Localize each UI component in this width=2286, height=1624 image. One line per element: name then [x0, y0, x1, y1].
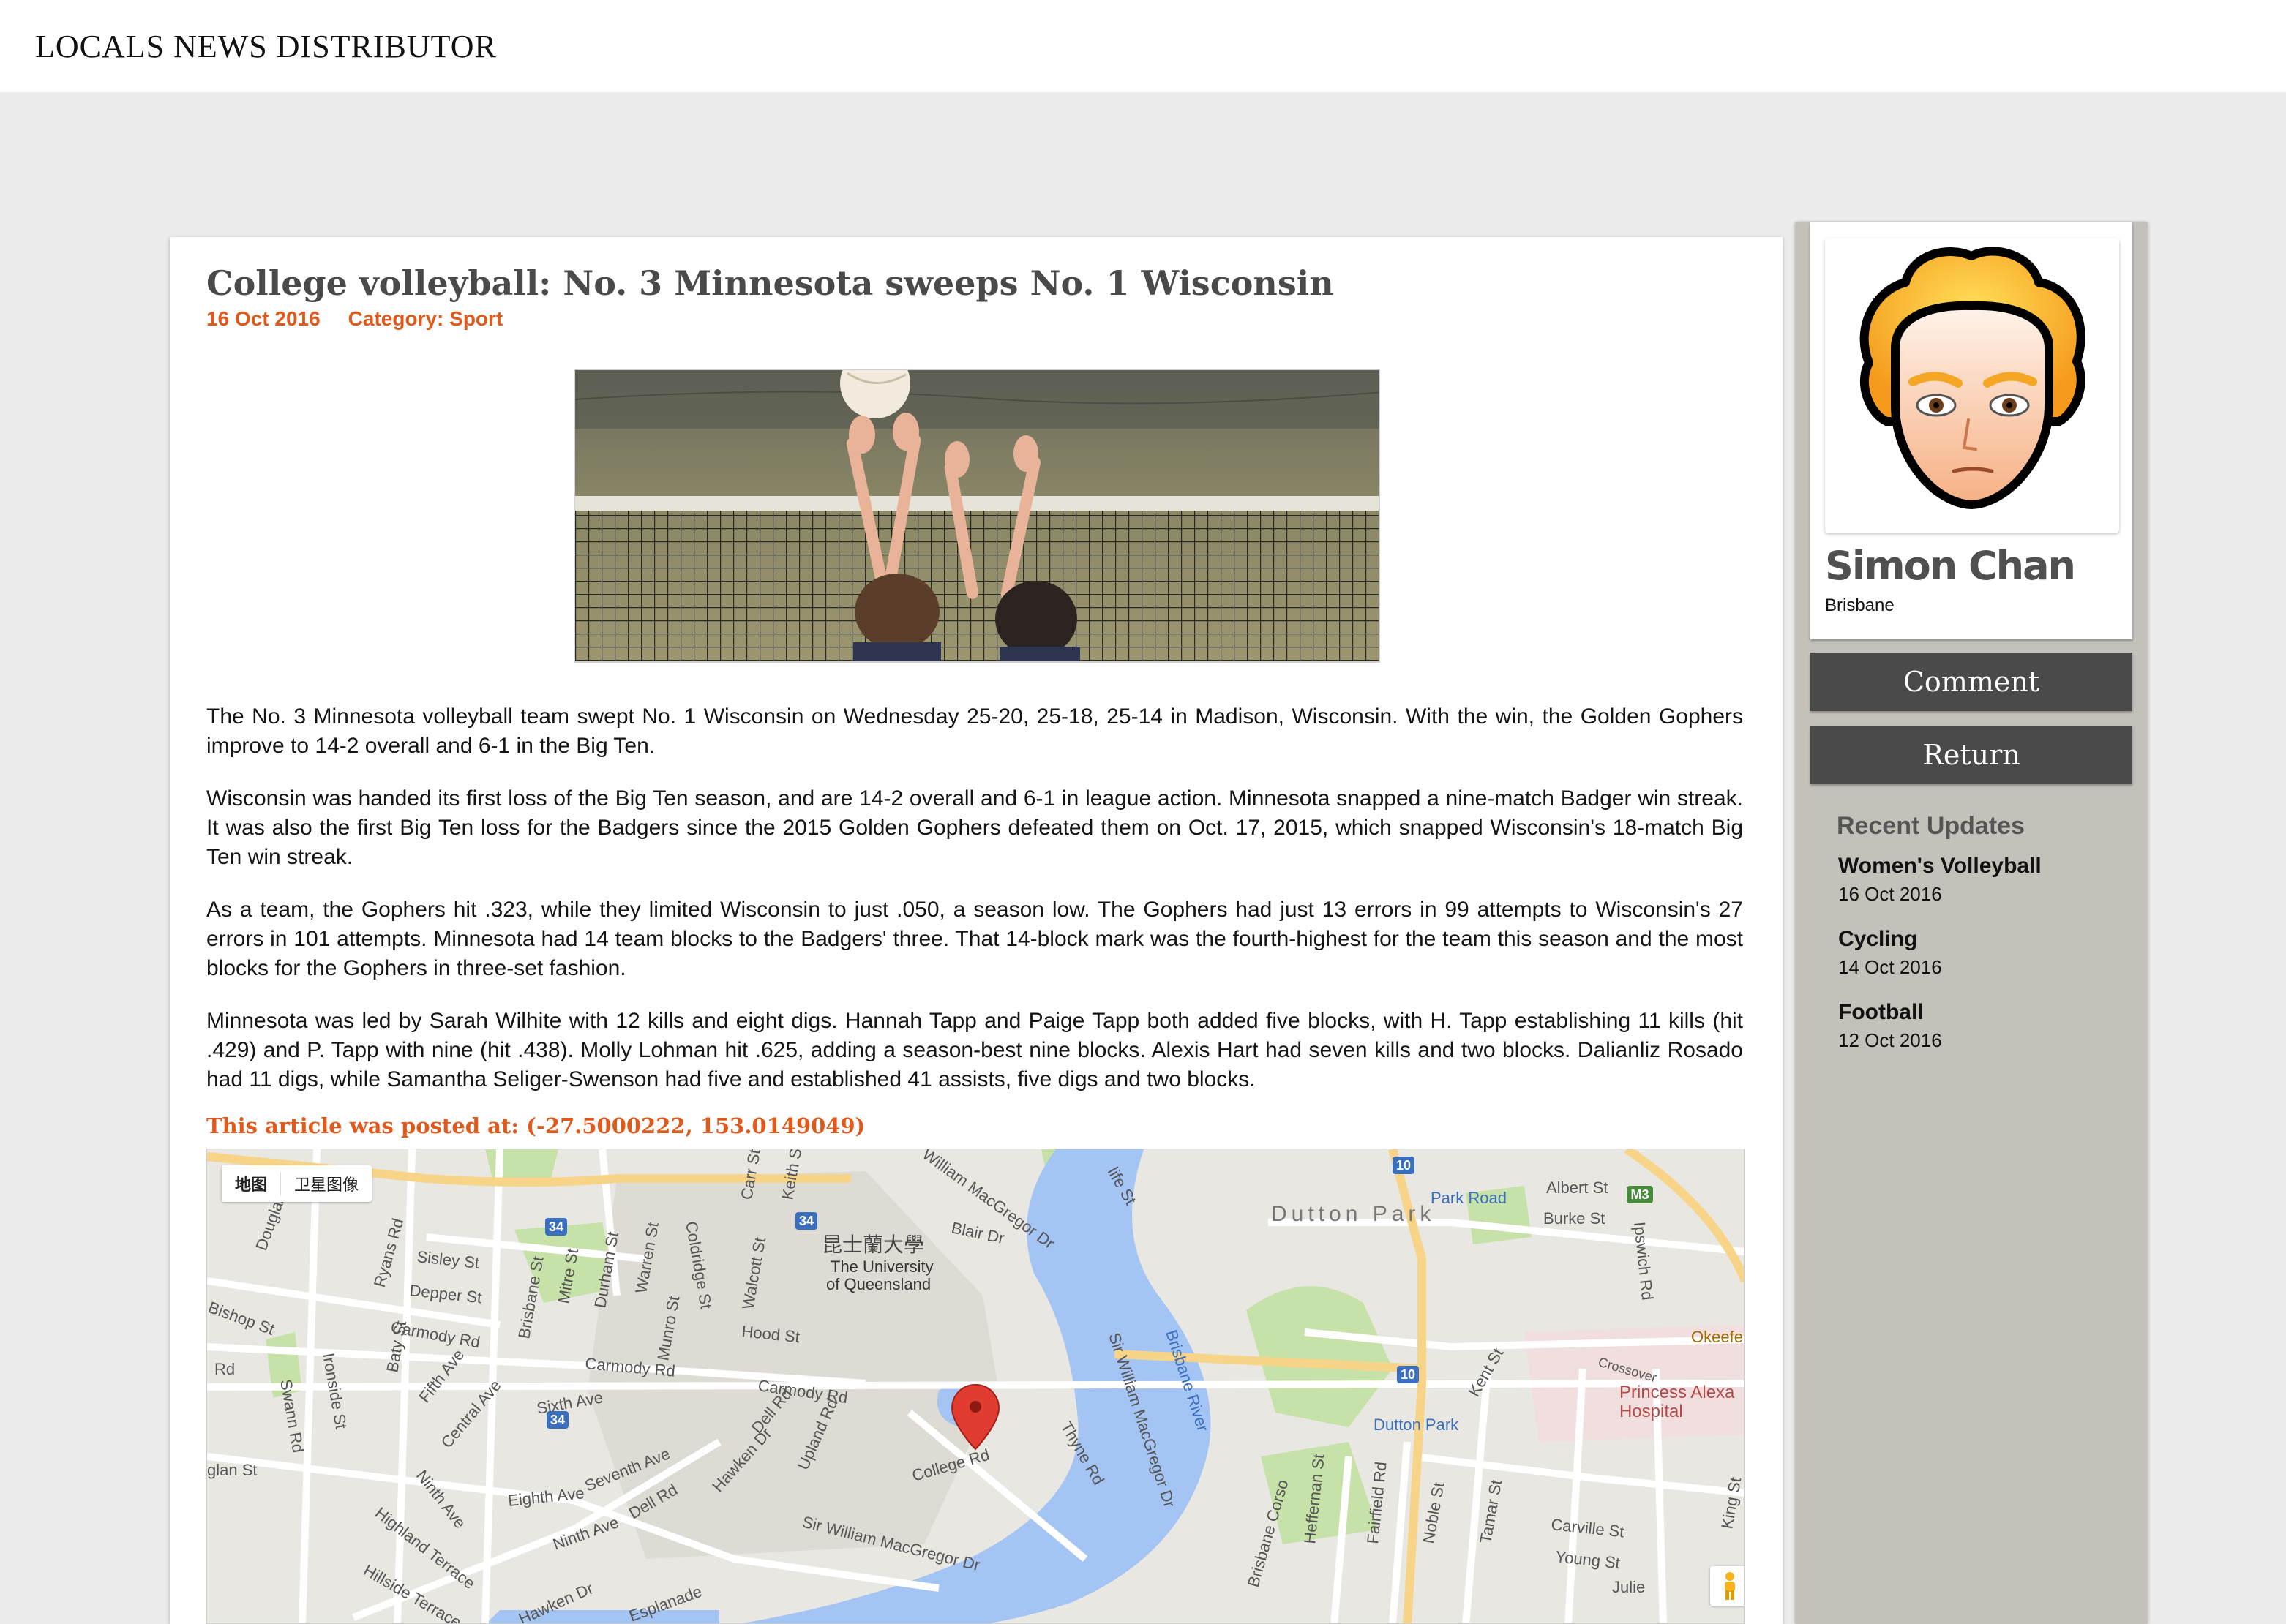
map-label: Albert St	[1546, 1178, 1608, 1197]
map-label: The University	[831, 1258, 934, 1276]
map-type-map-button[interactable]: 地图	[222, 1172, 282, 1195]
map-label: Burke St	[1543, 1209, 1605, 1228]
article-title: College volleyball: No. 3 Minnesota swee…	[206, 263, 1334, 303]
recent-item-date: 12 Oct 2016	[1838, 1029, 1942, 1051]
article-hero-image	[574, 369, 1380, 663]
map-label: Dutton Park	[1271, 1202, 1435, 1226]
location-map[interactable]: 昆士蘭大學 The University of Queensland Dutto…	[206, 1149, 1745, 1624]
site-title[interactable]: LOCALS NEWS DISTRIBUTOR	[35, 28, 497, 65]
list-item: Football 12 Oct 2016	[1838, 998, 2131, 1071]
map-label: 昆士蘭大學	[822, 1233, 924, 1256]
volleyball-net-image	[575, 370, 1379, 661]
recent-item-date: 16 Oct 2016	[1838, 883, 1942, 905]
avatar-face-icon	[1859, 247, 2085, 510]
route-shield: M3	[1630, 1187, 1649, 1202]
route-shield: 10	[1396, 1158, 1411, 1173]
comment-button[interactable]: Comment	[1810, 653, 2132, 711]
article-card: College volleyball: No. 3 Minnesota swee…	[170, 237, 1783, 1624]
return-button[interactable]: Return	[1810, 726, 2132, 784]
recent-updates-list: Women's Volleyball 16 Oct 2016 Cycling 1…	[1838, 852, 2131, 1071]
route-shield: 34	[550, 1413, 565, 1427]
map-canvas[interactable]: 昆士蘭大學 The University of Queensland Dutto…	[207, 1149, 1745, 1624]
user-name: Simon Chan	[1825, 543, 2076, 589]
article-paragraph: Wisconsin was handed its first loss of t…	[206, 786, 1743, 869]
recent-item-title[interactable]: Football	[1838, 998, 2131, 1027]
recent-item-date: 14 Oct 2016	[1838, 956, 1942, 978]
article-body: The No. 3 Minnesota volleyball team swep…	[206, 702, 1743, 1118]
map-label: of Queensland	[826, 1275, 931, 1293]
sidebar: Simon Chan Brisbane Comment Return Recen…	[1796, 222, 2147, 1624]
route-shield: 34	[549, 1219, 563, 1234]
profile-card: Simon Chan Brisbane	[1810, 222, 2132, 639]
map-type-satellite-button[interactable]: 卫星图像	[281, 1172, 372, 1195]
route-shield: 34	[799, 1214, 814, 1228]
route-shield: 10	[1401, 1367, 1415, 1382]
article-date: 16 Oct 2016	[206, 307, 321, 330]
map-label: Hospital	[1619, 1402, 1683, 1421]
map-type-control[interactable]: 地图 卫星图像	[222, 1165, 372, 1202]
article-meta: 16 Oct 2016 Category: Sport	[206, 307, 503, 331]
recent-item-title[interactable]: Women's Volleyball	[1838, 852, 2131, 881]
recent-updates-title: Recent Updates	[1837, 812, 2025, 840]
top-bar: LOCALS NEWS DISTRIBUTOR	[0, 0, 2286, 92]
list-item: Women's Volleyball 16 Oct 2016	[1838, 852, 2131, 925]
list-item: Cycling 14 Oct 2016	[1838, 925, 2131, 998]
user-city: Brisbane	[1825, 595, 1895, 615]
map-label: Rd	[214, 1360, 235, 1378]
article-paragraph: The No. 3 Minnesota volleyball team swep…	[206, 704, 1743, 758]
map-label: Julie	[1612, 1578, 1645, 1596]
map-label: Dutton Park	[1374, 1416, 1459, 1434]
avatar[interactable]	[1825, 238, 2119, 533]
map-label: Okeefe	[1691, 1328, 1743, 1346]
map-label: glan St	[207, 1461, 258, 1479]
street-view-pegman-icon[interactable]	[1710, 1566, 1744, 1606]
recent-item-title[interactable]: Cycling	[1838, 925, 2131, 954]
map-label: Park Road	[1431, 1189, 1507, 1207]
article-paragraph: As a team, the Gophers hit .323, while t…	[206, 898, 1743, 980]
posted-location: This article was posted at: (-27.5000222…	[206, 1113, 866, 1138]
map-label: Princess Alexa	[1619, 1383, 1735, 1402]
article-category[interactable]: Category: Sport	[348, 307, 503, 330]
article-paragraph: Minnesota was led by Sarah Wilhite with …	[206, 1009, 1743, 1091]
